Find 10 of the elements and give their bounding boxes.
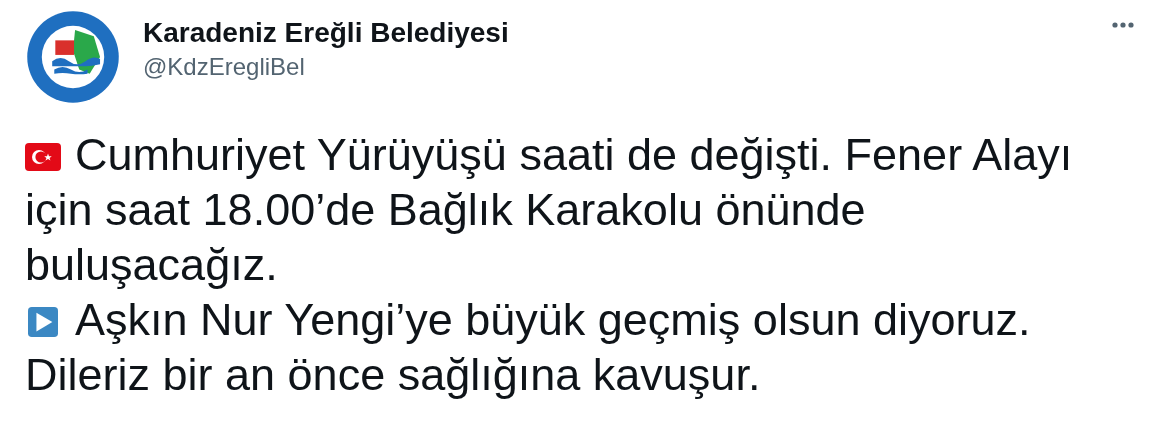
author-handle[interactable]: @KdzEregliBel — [143, 53, 509, 81]
tweet-text-line: buluşacağız. — [25, 239, 278, 290]
tweet-text-line: Dileriz bir an önce sağlığına kavuşur. — [25, 349, 761, 400]
more-options-icon[interactable] — [1109, 19, 1137, 31]
tweet-text-line: Cumhuriyet Yürüyüşü saati de değişti. Fener Alayı — [75, 129, 1073, 180]
tweet-text-line: Aşkın Nur Yengi’ye büyük geçmiş olsun diyoruz. — [75, 294, 1031, 345]
author-name[interactable]: Karadeniz Ereğli Belediyesi — [143, 17, 509, 49]
flag-icon — [25, 142, 61, 172]
tweet-text-line: için saat 18.00’de Bağlık Karakolu önünde — [25, 184, 866, 235]
play-icon — [25, 307, 61, 337]
